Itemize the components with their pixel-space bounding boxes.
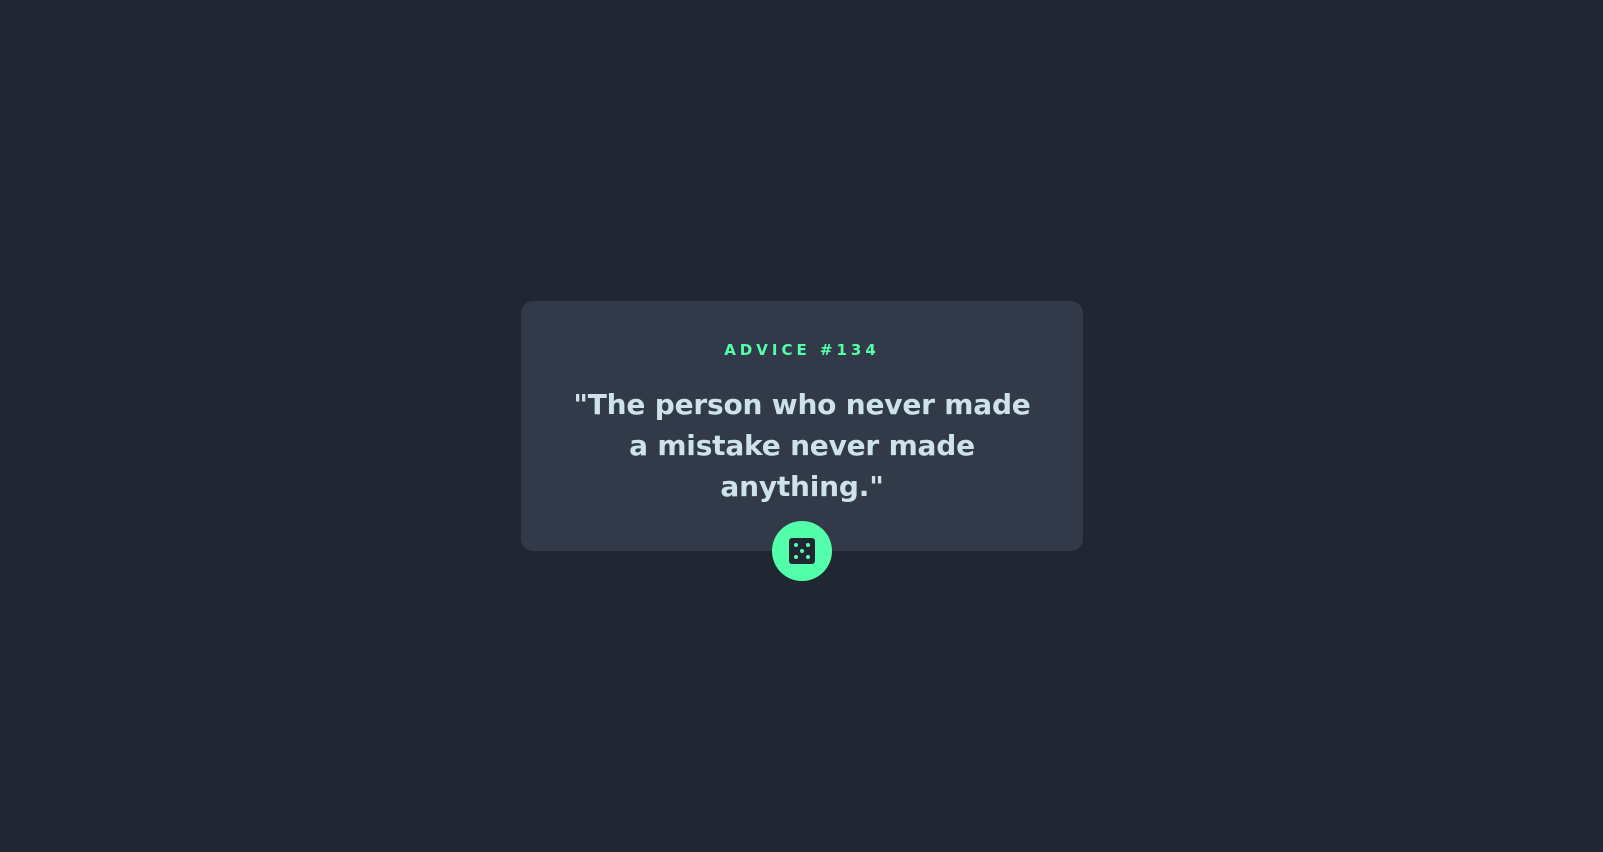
generate-advice-button[interactable]: [772, 521, 832, 581]
advice-quote: "The person who never made a mistake nev…: [573, 388, 1031, 503]
advice-id-label: ADVICE #134: [724, 341, 880, 359]
advice-card: ADVICE #134 "The person who never made a…: [521, 301, 1083, 551]
dice-icon: [789, 538, 815, 564]
app-background: ADVICE #134 "The person who never made a…: [0, 0, 1603, 852]
